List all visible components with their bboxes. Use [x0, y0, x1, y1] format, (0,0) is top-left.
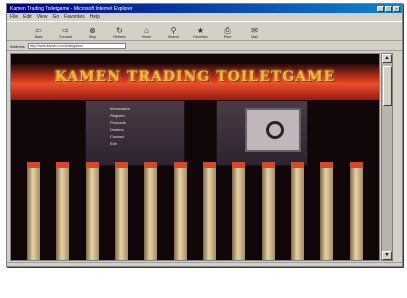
forward-label: Forward	[59, 35, 72, 39]
nav-item-products[interactable]: Products	[110, 119, 130, 126]
title-bar: Kamen Trading Toiletgame - Microsoft Int…	[7, 4, 402, 13]
site-title: KAMEN TRADING TOILETGAME	[54, 69, 336, 85]
menu-favorites[interactable]: Favorites	[64, 14, 85, 20]
pillar	[291, 162, 305, 260]
nav-item-register[interactable]: Register	[110, 112, 130, 119]
vertical-scrollbar[interactable]: ▲ ▼	[381, 53, 393, 261]
toolbar: ⇦ Back ⇨ Forward ⊗ Stop ↻ Refresh ⌂ Home…	[7, 21, 402, 41]
scroll-thumb[interactable]	[383, 66, 392, 106]
pillar	[115, 162, 129, 260]
stop-icon: ⊗	[89, 26, 96, 35]
pillar	[349, 162, 363, 260]
print-button[interactable]: ⎙ Print	[214, 21, 241, 40]
browser-window: Kamen Trading Toiletgame - Microsoft Int…	[6, 3, 403, 267]
menu-edit[interactable]: Edit	[23, 14, 32, 20]
address-input[interactable]: http://www.kamen.com/toiletgame/	[27, 43, 126, 49]
window-controls: _ □ ×	[377, 5, 402, 12]
status-bar	[7, 262, 402, 268]
pillar	[56, 162, 70, 260]
address-label: Address	[10, 43, 25, 49]
home-button[interactable]: ⌂ Home	[133, 21, 160, 40]
print-icon: ⎙	[224, 26, 231, 35]
menu-file[interactable]: File	[10, 14, 18, 20]
scroll-up-arrow-icon[interactable]: ▲	[382, 54, 392, 63]
minimize-button[interactable]: _	[377, 5, 384, 12]
stop-button[interactable]: ⊗ Stop	[79, 21, 106, 40]
search-icon: ⚲	[170, 26, 177, 35]
toilet-bowl-icon	[266, 121, 284, 139]
mail-icon: ✉	[251, 26, 258, 35]
back-arrow-icon: ⇦	[35, 26, 42, 35]
pillar	[232, 162, 246, 260]
refresh-button[interactable]: ↻ Refresh	[106, 21, 133, 40]
menu-help[interactable]: Help	[90, 14, 100, 20]
pillar	[261, 162, 275, 260]
window-title: Kamen Trading Toiletgame - Microsoft Int…	[10, 5, 133, 12]
menu-bar: File Edit View Go Favorites Help	[7, 13, 402, 21]
nav-item-exit[interactable]: Exit	[110, 140, 130, 147]
search-label: Search	[167, 35, 180, 39]
close-button[interactable]: ×	[393, 5, 400, 12]
menu-view[interactable]: View	[37, 14, 48, 20]
page-viewport: KAMEN TRADING TOILETGAME Information Reg…	[10, 53, 380, 261]
pillar	[173, 162, 187, 260]
favorites-icon: ★	[196, 26, 205, 35]
address-bar: Address http://www.kamen.com/toiletgame/	[7, 42, 402, 51]
pillar-row	[11, 162, 379, 260]
print-label: Print	[223, 35, 232, 39]
game-screen-image[interactable]	[245, 108, 301, 152]
maximize-button[interactable]: □	[385, 5, 392, 12]
menu-go[interactable]: Go	[52, 14, 59, 20]
pillar	[85, 162, 99, 260]
nav-panel: Information Register Products Dealers Co…	[85, 100, 185, 166]
mail-label: Mail	[251, 35, 258, 39]
pillar	[144, 162, 158, 260]
pillar	[203, 162, 217, 260]
back-label: Back	[34, 35, 43, 39]
mail-button[interactable]: ✉ Mail	[241, 21, 268, 40]
refresh-icon: ↻	[116, 26, 123, 35]
back-button[interactable]: ⇦ Back	[25, 21, 52, 40]
nav-item-contact[interactable]: Contact	[110, 133, 130, 140]
favorites-label: Favorites	[193, 35, 208, 39]
nav-item-information[interactable]: Information	[110, 105, 130, 112]
home-label: Home	[141, 35, 152, 39]
refresh-label: Refresh	[113, 35, 126, 39]
stop-label: Stop	[88, 35, 97, 39]
search-button[interactable]: ⚲ Search	[160, 21, 187, 40]
favorites-button[interactable]: ★ Favorites	[187, 21, 214, 40]
scroll-down-arrow-icon[interactable]: ▼	[382, 251, 392, 260]
forward-button[interactable]: ⇨ Forward	[52, 21, 79, 40]
forward-arrow-icon: ⇨	[62, 26, 69, 35]
pillar	[320, 162, 334, 260]
pillar	[27, 162, 41, 260]
nav-item-dealers[interactable]: Dealers	[110, 126, 130, 133]
home-icon: ⌂	[144, 26, 149, 35]
nav-list: Information Register Products Dealers Co…	[110, 105, 130, 147]
